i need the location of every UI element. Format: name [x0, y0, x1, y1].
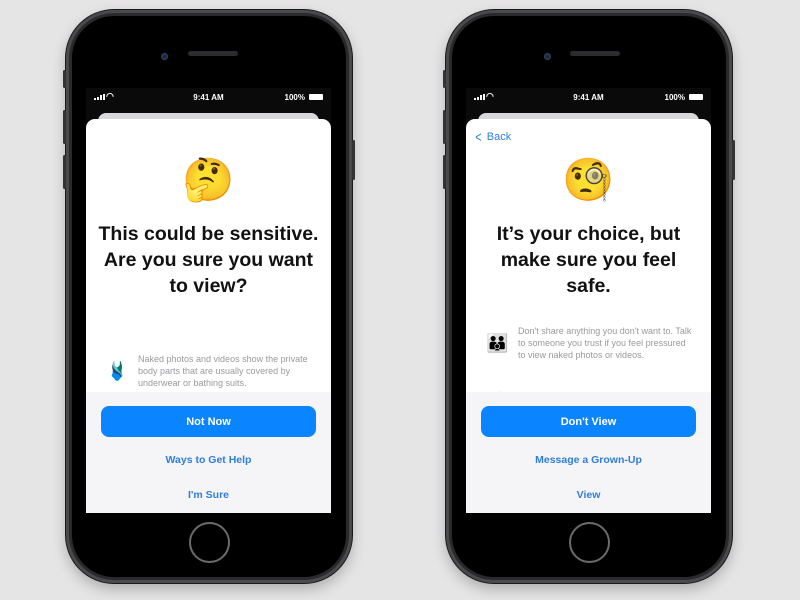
ways-to-get-help-button[interactable]: Ways to Get Help: [86, 454, 331, 466]
action-footer: Not Now Ways to Get Help I'm Sure: [86, 392, 331, 513]
battery-percent: 100%: [284, 93, 305, 102]
info-item: 🩱 Naked photos and videos show the priva…: [106, 353, 315, 389]
status-bar: ◠ 9:41 AM 100%: [86, 88, 331, 108]
left-phone: ◠ 9:41 AM 100% 🤔 This could be sensitive…: [63, 10, 355, 583]
power-button: [732, 140, 735, 180]
mute-switch: [443, 70, 446, 88]
choice-title: It’s your choice, but make sure you feel…: [496, 223, 681, 297]
swimsuit-icon: 🩱: [106, 361, 129, 381]
info-item: 👪 Don't share anything you don't want to…: [486, 325, 695, 361]
mute-switch: [63, 70, 66, 88]
battery-icon: [689, 94, 703, 100]
battery-percent: 100%: [664, 93, 685, 102]
im-sure-button[interactable]: I'm Sure: [86, 489, 331, 501]
volume-up-button: [443, 110, 446, 144]
back-button[interactable]: < Back: [474, 128, 512, 146]
info-text: Naked photos and videos show the private…: [138, 354, 308, 388]
front-camera-icon: [161, 53, 168, 60]
screen: ◠ 9:41 AM 100% < Back 🧐 It’s your choice…: [466, 88, 711, 513]
chevron-left-icon: <: [475, 128, 482, 146]
warning-title: This could be sensitive. Are you sure yo…: [98, 223, 319, 297]
screen: ◠ 9:41 AM 100% 🤔 This could be sensitive…: [86, 88, 331, 513]
earpiece-speaker: [570, 51, 620, 56]
thinking-face-icon: 🤔: [182, 156, 235, 203]
volume-up-button: [63, 110, 66, 144]
status-bar: ◠ 9:41 AM 100%: [466, 88, 711, 108]
info-text: Don't share anything you don't want to. …: [518, 326, 692, 360]
action-footer: Don't View Message a Grown-Up View: [466, 392, 711, 513]
view-button[interactable]: View: [466, 489, 711, 501]
battery-icon: [309, 94, 323, 100]
back-label: Back: [486, 131, 512, 143]
volume-down-button: [443, 155, 446, 189]
power-button: [352, 140, 355, 180]
front-camera-icon: [544, 53, 551, 60]
family-icon: 👪: [486, 333, 509, 353]
face-with-monocle-icon: 🧐: [562, 156, 615, 203]
right-phone: ◠ 9:41 AM 100% < Back 🧐 It’s your choice…: [443, 10, 735, 583]
home-button[interactable]: [569, 522, 610, 563]
home-button[interactable]: [189, 522, 230, 563]
warning-sheet: 🤔 This could be sensitive. Are you sure …: [86, 119, 331, 513]
not-now-button[interactable]: Not Now: [101, 406, 316, 437]
volume-down-button: [63, 155, 66, 189]
dont-view-button[interactable]: Don't View: [481, 406, 696, 437]
message-grown-up-button[interactable]: Message a Grown-Up: [466, 454, 711, 466]
choice-sheet: < Back 🧐 It’s your choice, but make sure…: [466, 119, 711, 513]
earpiece-speaker: [188, 51, 238, 56]
